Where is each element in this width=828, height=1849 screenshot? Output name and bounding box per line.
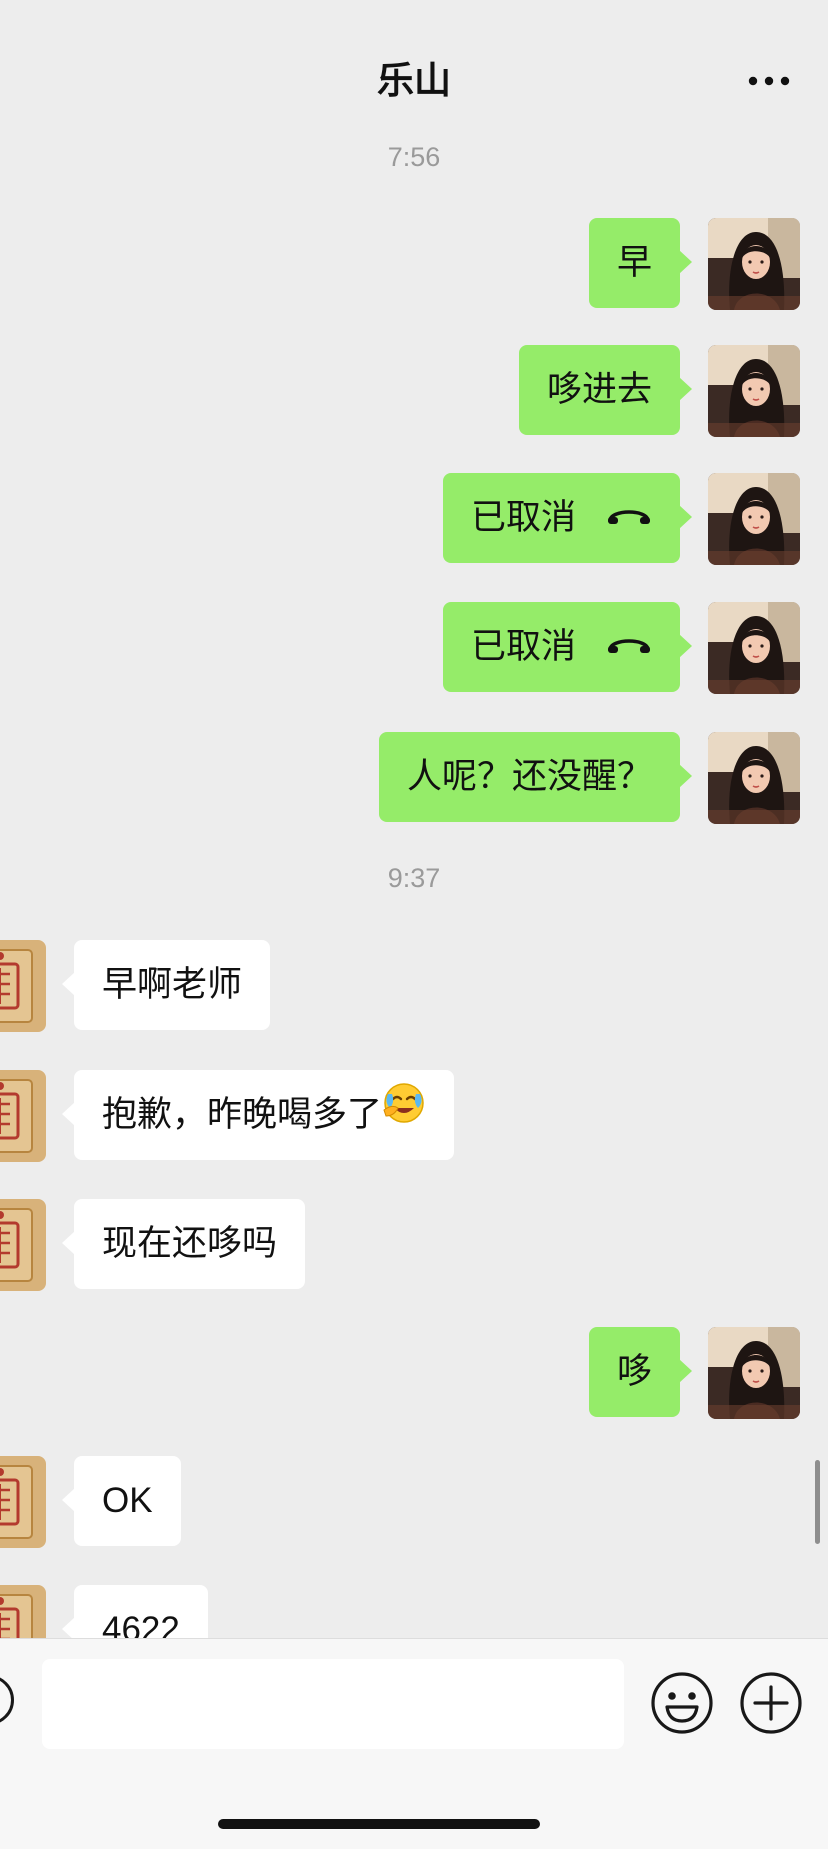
contact-avatar[interactable] <box>0 1199 46 1291</box>
message-row: 已取消 <box>0 473 828 565</box>
message-text: 抱歉，昨晚喝多了 <box>102 1095 383 1135</box>
my-message-bubble[interactable]: 哆 <box>588 1327 693 1417</box>
phone-hangup-icon <box>606 600 652 690</box>
timestamp: 7:56 <box>387 142 441 172</box>
message-list[interactable]: 7:56 早 哆进去 已取消 已取消 人呢？还没醒？ 9:37 早啊老师 抱歉，… <box>0 130 828 1638</box>
message-row: 早啊老师 <box>0 940 828 1032</box>
voice-icon[interactable] <box>0 1675 14 1725</box>
scrollbar[interactable] <box>815 1460 820 1544</box>
message-text: 4622 <box>102 1610 180 1638</box>
message-row: 已取消 <box>0 602 828 694</box>
message-text: 已取消 <box>470 627 576 667</box>
contact-message-bubble[interactable]: 早啊老师 <box>61 940 271 1030</box>
message-text: 已取消 <box>470 498 576 538</box>
my-avatar[interactable] <box>708 345 800 437</box>
message-text: 现在还哆吗 <box>102 1224 278 1264</box>
my-avatar[interactable] <box>708 602 800 694</box>
message-text: 哆进去 <box>546 370 652 410</box>
my-message-bubble[interactable]: 人呢？还没醒？ <box>378 732 693 822</box>
message-row: 人呢？还没醒？ <box>0 732 828 824</box>
call-cancelled-bubble[interactable]: 已取消 <box>442 600 693 692</box>
message-row: 哆 <box>0 1327 828 1419</box>
message-text: OK <box>102 1481 153 1520</box>
contact-avatar[interactable] <box>0 1456 46 1548</box>
contact-message-bubble[interactable]: OK <box>62 1456 181 1546</box>
contact-message-bubble[interactable]: 4622 <box>62 1585 208 1638</box>
plus-circle-icon[interactable] <box>739 1671 803 1735</box>
more-dots-icon[interactable] <box>744 66 794 96</box>
home-indicator[interactable] <box>218 1819 540 1829</box>
message-input[interactable] <box>42 1659 624 1749</box>
message-row: 4622 <box>0 1585 828 1638</box>
face-palm-emoji <box>382 1068 426 1158</box>
contact-message-bubble[interactable]: 抱歉，昨晚喝多了 <box>61 1068 455 1160</box>
my-message-bubble[interactable]: 早 <box>588 218 693 308</box>
my-message-bubble[interactable]: 哆进去 <box>518 345 693 435</box>
emoji-smiley-icon[interactable] <box>650 1671 714 1735</box>
my-avatar[interactable] <box>708 473 800 565</box>
contact-message-bubble[interactable]: 现在还哆吗 <box>61 1199 306 1289</box>
message-row: 现在还哆吗 <box>0 1199 828 1291</box>
contact-avatar[interactable] <box>0 1585 46 1638</box>
my-avatar[interactable] <box>708 218 800 310</box>
contact-avatar[interactable] <box>0 1070 46 1162</box>
call-cancelled-bubble[interactable]: 已取消 <box>442 471 693 563</box>
message-text: 哆 <box>616 1352 652 1392</box>
message-text: 人呢？还没醒？ <box>406 757 652 797</box>
contact-avatar[interactable] <box>0 940 46 1032</box>
my-avatar[interactable] <box>708 732 800 824</box>
message-row: 早 <box>0 218 828 310</box>
timestamp: 9:37 <box>387 863 441 893</box>
my-avatar[interactable] <box>708 1327 800 1419</box>
message-text: 早 <box>616 243 652 283</box>
message-row: 抱歉，昨晚喝多了 <box>0 1070 828 1162</box>
message-row: 哆进去 <box>0 345 828 437</box>
message-text: 早啊老师 <box>102 965 243 1005</box>
chat-header: 乐山 <box>0 0 828 130</box>
chat-title: 乐山 <box>377 59 451 102</box>
phone-hangup-icon <box>606 471 652 561</box>
input-bar <box>0 1638 828 1849</box>
message-row: OK <box>0 1456 828 1548</box>
